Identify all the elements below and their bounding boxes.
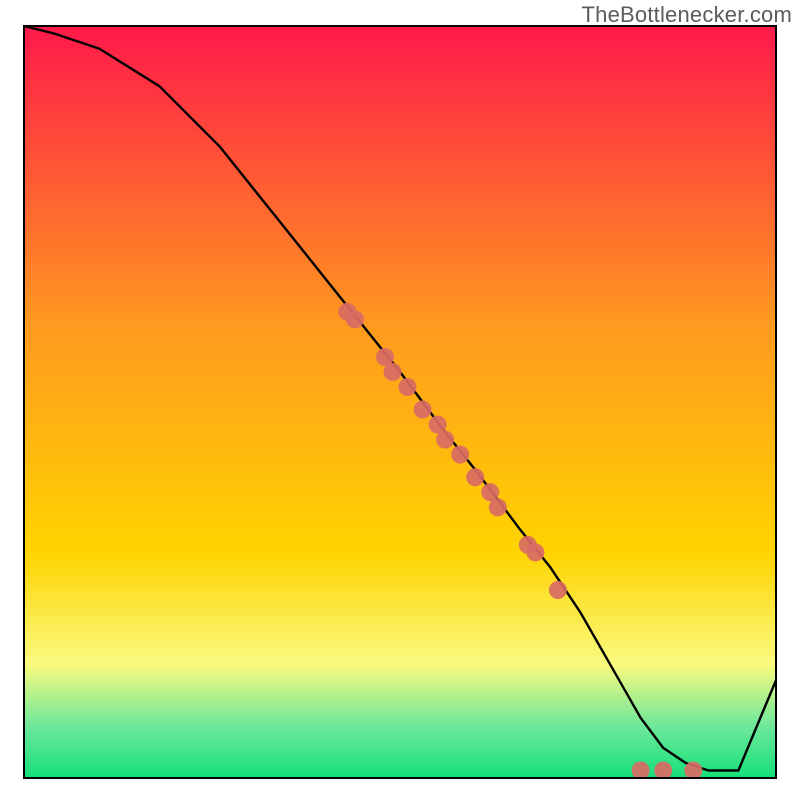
data-point	[466, 468, 484, 486]
bottleneck-chart	[0, 0, 800, 800]
data-point	[346, 310, 364, 328]
data-point	[632, 762, 650, 780]
data-point	[414, 401, 432, 419]
data-point	[489, 498, 507, 516]
data-point	[436, 431, 454, 449]
data-point	[549, 581, 567, 599]
data-point	[399, 378, 417, 396]
data-point	[684, 762, 702, 780]
data-point	[451, 446, 469, 464]
watermark-text: TheBottlenecker.com	[582, 2, 792, 28]
data-point	[654, 762, 672, 780]
chart-frame: TheBottlenecker.com	[0, 0, 800, 800]
data-point	[384, 363, 402, 381]
data-point	[526, 543, 544, 561]
